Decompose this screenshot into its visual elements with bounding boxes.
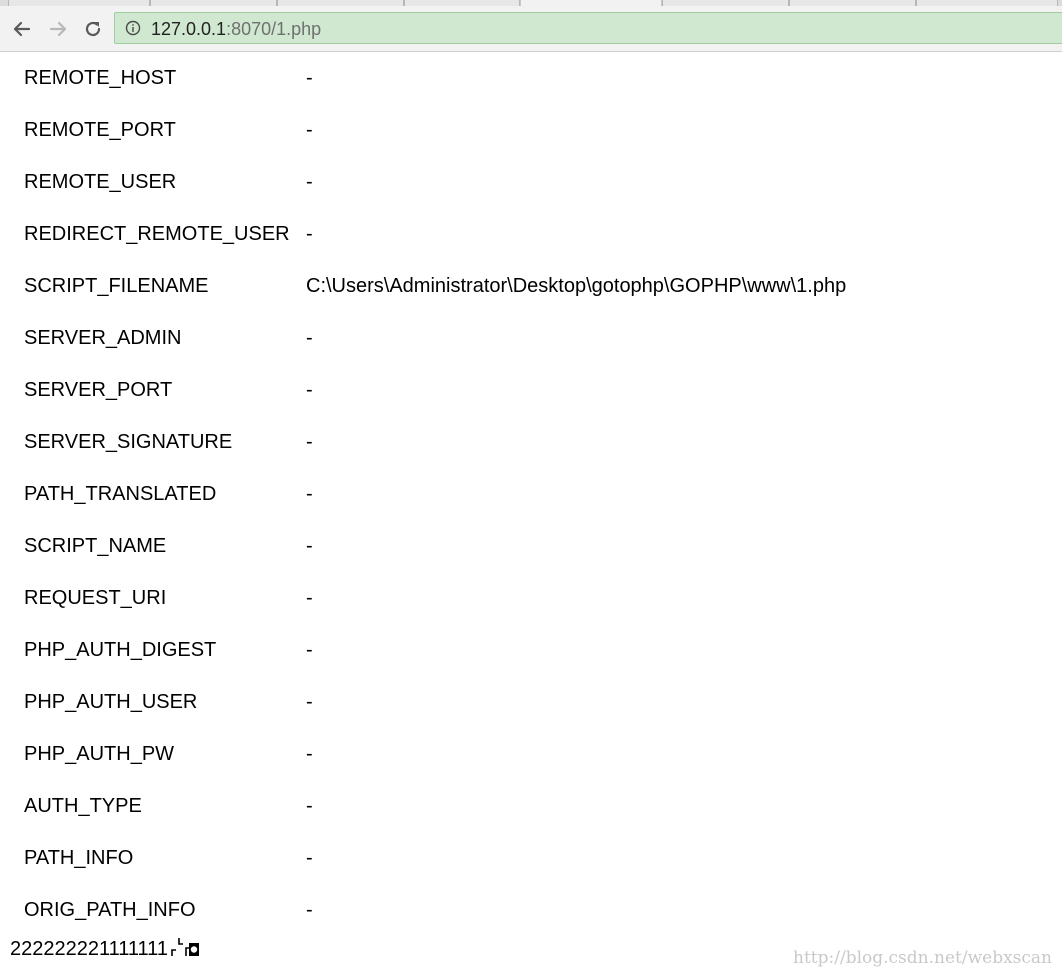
- table-row: PATH_TRANSLATED -: [0, 468, 1062, 520]
- row-value: -: [306, 743, 313, 765]
- garbled-glyphs-icon: [171, 938, 199, 956]
- row-value: -: [306, 795, 313, 817]
- row-value: -: [306, 899, 313, 921]
- table-row: PATH_INFO -: [0, 832, 1062, 884]
- row-key: REMOTE_HOST: [24, 67, 177, 89]
- row-key: PATH_TRANSLATED: [24, 483, 217, 505]
- row-value: -: [306, 483, 313, 505]
- table-row: SERVER_SIGNATURE -: [0, 416, 1062, 468]
- table-row: PHP_AUTH_DIGEST -: [0, 624, 1062, 676]
- row-value: -: [306, 847, 313, 869]
- table-row: REDIRECT_REMOTE_USER -: [0, 208, 1062, 260]
- row-key: SCRIPT_FILENAME: [24, 275, 209, 297]
- page-content: REMOTE_HOST - REMOTE_PORT - REMOTE_USER …: [0, 52, 1062, 976]
- table-row: REMOTE_PORT -: [0, 104, 1062, 156]
- row-key: SERVER_PORT: [24, 379, 173, 401]
- table-row: SERVER_PORT -: [0, 364, 1062, 416]
- row-value: -: [306, 379, 313, 401]
- forward-button[interactable]: [45, 16, 71, 42]
- watermark: http://blog.csdn.net/webxscan: [793, 948, 1052, 968]
- row-value: -: [306, 171, 313, 193]
- row-key: PATH_INFO: [24, 847, 134, 869]
- row-value: -: [306, 535, 313, 557]
- table-row: REMOTE_HOST -: [0, 52, 1062, 104]
- table-row: PHP_AUTH_PW -: [0, 728, 1062, 780]
- address-bar[interactable]: 127.0.0.1:8070/1.php: [114, 12, 1062, 44]
- url-text[interactable]: 127.0.0.1:8070/1.php: [151, 19, 321, 39]
- script-output: 222222221111111: [10, 936, 200, 961]
- row-value: -: [306, 327, 313, 349]
- row-value: -: [306, 431, 313, 453]
- table-row: SERVER_ADMIN -: [0, 312, 1062, 364]
- row-key: AUTH_TYPE: [24, 795, 142, 817]
- arrow-left-icon: [13, 21, 31, 37]
- row-value: -: [306, 119, 313, 141]
- back-button[interactable]: [9, 16, 35, 42]
- output-text: 222222221111111: [10, 938, 168, 960]
- row-key: REMOTE_USER: [24, 171, 177, 193]
- browser-toolbar: 127.0.0.1:8070/1.php: [0, 6, 1062, 52]
- row-value: -: [306, 691, 313, 713]
- row-key: SERVER_SIGNATURE: [24, 431, 233, 453]
- row-key: PHP_AUTH_DIGEST: [24, 639, 217, 661]
- row-key: SERVER_ADMIN: [24, 327, 182, 349]
- row-key: SCRIPT_NAME: [24, 535, 167, 557]
- info-circle-icon[interactable]: [125, 20, 141, 36]
- row-value: -: [306, 223, 313, 245]
- reload-icon: [85, 21, 101, 37]
- url-path: :8070/1.php: [226, 19, 322, 39]
- row-key: ORIG_PATH_INFO: [24, 899, 196, 921]
- row-key: REDIRECT_REMOTE_USER: [24, 223, 290, 245]
- row-key: REMOTE_PORT: [24, 119, 176, 141]
- row-key: PHP_AUTH_USER: [24, 691, 198, 713]
- row-key: PHP_AUTH_PW: [24, 743, 175, 765]
- row-value: -: [306, 639, 313, 661]
- table-row: REMOTE_USER -: [0, 156, 1062, 208]
- table-row: PHP_AUTH_USER -: [0, 676, 1062, 728]
- row-value: -: [306, 587, 313, 609]
- row-value: -: [306, 67, 313, 89]
- reload-button[interactable]: [80, 16, 106, 42]
- table-row: ORIG_PATH_INFO -: [0, 884, 1062, 936]
- table-row: AUTH_TYPE -: [0, 780, 1062, 832]
- table-row: SCRIPT_FILENAME C:\Users\Administrator\D…: [0, 260, 1062, 312]
- row-value: C:\Users\Administrator\Desktop\gotophp\G…: [306, 275, 847, 297]
- row-key: REQUEST_URI: [24, 587, 167, 609]
- table-row: REQUEST_URI -: [0, 572, 1062, 624]
- arrow-right-icon: [49, 21, 67, 37]
- url-host: 127.0.0.1: [151, 19, 227, 39]
- table-row: SCRIPT_NAME -: [0, 520, 1062, 572]
